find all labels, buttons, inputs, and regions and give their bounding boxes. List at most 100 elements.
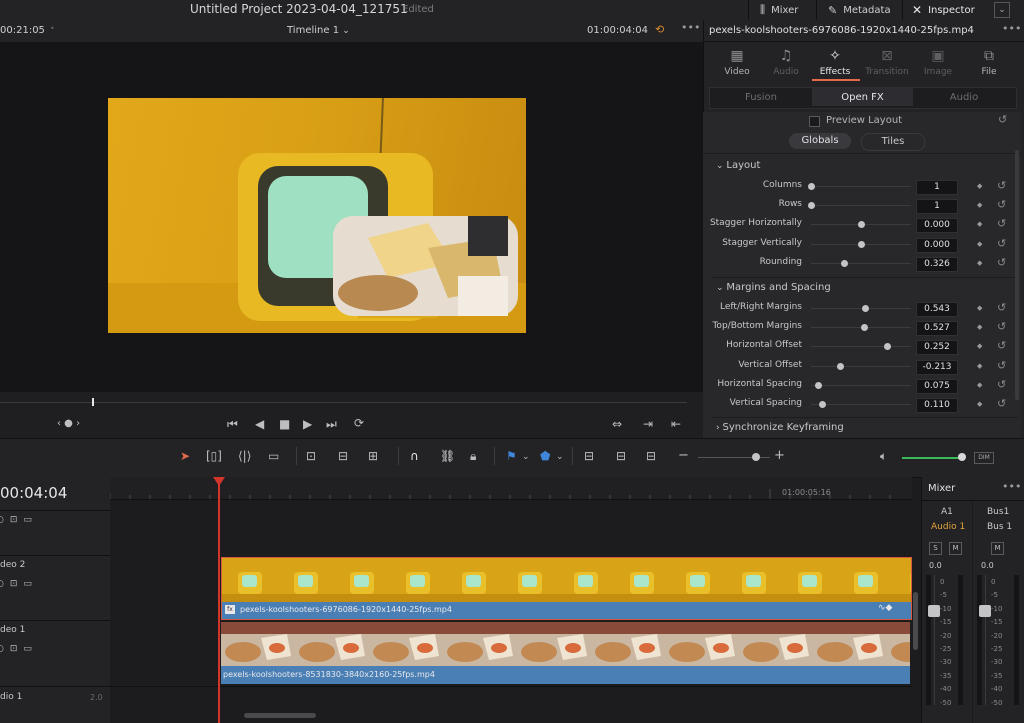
zoom-custom-icon[interactable]: ⊟ bbox=[646, 449, 656, 463]
match-frame-icon[interactable]: ⇔ bbox=[612, 417, 622, 431]
dim-button[interactable]: DIM bbox=[974, 452, 994, 464]
reset-icon[interactable]: ↺ bbox=[997, 378, 1006, 391]
reset-icon[interactable]: ↺ bbox=[997, 198, 1006, 211]
clip-video1[interactable]: pexels-koolshooters-8531830-3840x2160-25… bbox=[221, 622, 910, 684]
play-icon[interactable]: ▶ bbox=[303, 417, 312, 431]
param-value-field[interactable]: 0.075 bbox=[916, 378, 958, 394]
keyframe-icon[interactable]: ◆ bbox=[977, 201, 982, 209]
subtab-openfx[interactable]: Open FX bbox=[812, 88, 913, 106]
last-frame-icon[interactable]: ⇤ bbox=[671, 417, 681, 431]
reset-icon[interactable]: ↺ bbox=[997, 256, 1006, 269]
param-slider[interactable] bbox=[811, 404, 911, 405]
param-slider-handle[interactable] bbox=[862, 305, 869, 312]
reset-icon[interactable]: ↺ bbox=[997, 397, 1006, 410]
param-value-field[interactable]: -0.213 bbox=[916, 359, 958, 375]
snapping-icon[interactable]: ∩ bbox=[410, 449, 419, 463]
zoom-in-icon[interactable]: + bbox=[774, 448, 785, 463]
param-slider-handle[interactable] bbox=[858, 240, 865, 248]
scrubber-track[interactable] bbox=[0, 402, 687, 403]
a1-fader-handle[interactable] bbox=[928, 605, 940, 617]
timeline-selector[interactable]: Timeline 1 ⌄ bbox=[287, 25, 350, 36]
trim-tool-icon[interactable]: [▯] bbox=[206, 449, 222, 463]
param-slider-handle[interactable] bbox=[819, 401, 826, 408]
track-controls-icon[interactable]: ◐⊡▭ bbox=[0, 579, 38, 589]
overwrite-clip-icon[interactable]: ⊟ bbox=[338, 449, 348, 463]
tab-transition[interactable]: ⊠ Transition bbox=[862, 48, 912, 77]
preview-layout-checkbox[interactable] bbox=[809, 116, 820, 127]
keyframe-icon[interactable]: ◆ bbox=[977, 240, 982, 248]
subtab-audio[interactable]: Audio bbox=[915, 88, 1013, 106]
skip-to-start-icon[interactable]: ⏮ bbox=[227, 417, 238, 432]
playhead-marker-icon[interactable] bbox=[213, 477, 225, 486]
track-controls-icon[interactable]: ◐⊡▭ bbox=[0, 515, 38, 525]
scrubber-handle[interactable] bbox=[92, 398, 94, 406]
blade-tool-icon[interactable]: ▭ bbox=[268, 449, 279, 463]
reset-icon[interactable]: ↺ bbox=[997, 359, 1006, 372]
param-slider[interactable] bbox=[811, 308, 911, 309]
lock-icon[interactable]: 🔒︎ bbox=[470, 449, 476, 464]
volume-slider[interactable] bbox=[902, 457, 960, 459]
sync-icon[interactable]: ⟲ bbox=[655, 23, 664, 36]
param-slider[interactable] bbox=[811, 384, 911, 386]
param-slider[interactable] bbox=[811, 346, 911, 348]
tab-file[interactable]: ⧉ File bbox=[964, 48, 1014, 77]
mixer-button[interactable]: ⫼ Mixer bbox=[760, 0, 798, 20]
reverse-play-icon[interactable]: ◀ bbox=[255, 417, 264, 431]
volume-handle[interactable] bbox=[958, 453, 966, 461]
loop-icon[interactable]: ⟳ bbox=[354, 416, 364, 430]
zoom-full-icon[interactable]: ⊟ bbox=[584, 449, 594, 463]
flag-dropdown-icon[interactable]: ⌄ bbox=[522, 452, 530, 462]
keyframe-icon[interactable]: ◆ bbox=[977, 259, 982, 267]
param-value-field[interactable]: 0.110 bbox=[916, 398, 958, 413]
param-slider-handle[interactable] bbox=[815, 381, 822, 389]
globals-button[interactable]: Globals bbox=[789, 133, 851, 149]
zoom-slider-handle[interactable] bbox=[752, 453, 760, 461]
more-options-icon[interactable]: ••• bbox=[681, 21, 700, 34]
keyframe-icon[interactable]: ◆ bbox=[977, 362, 982, 370]
mixer-more-icon[interactable]: ••• bbox=[1002, 480, 1021, 493]
track-controls-icon[interactable]: ◐⊡▭ bbox=[0, 644, 38, 654]
param-slider[interactable] bbox=[811, 262, 911, 264]
selection-tool-icon[interactable]: ➤ bbox=[180, 449, 190, 463]
dropdown-icon[interactable]: ⌄ bbox=[994, 2, 1010, 18]
param-value-field[interactable]: 0.000 bbox=[916, 237, 958, 253]
param-slider[interactable] bbox=[811, 186, 911, 187]
param-value-field[interactable]: 1 bbox=[916, 180, 958, 195]
param-value-field[interactable]: 0.527 bbox=[916, 321, 958, 337]
reset-icon[interactable]: ↺ bbox=[998, 113, 1007, 126]
keyframe-icon[interactable]: ◆ bbox=[977, 342, 982, 350]
subtab-fusion[interactable]: Fusion bbox=[712, 88, 810, 106]
param-value-field[interactable]: 0.000 bbox=[916, 218, 958, 234]
zoom-detail-icon[interactable]: ⊟ bbox=[616, 449, 626, 463]
zoom-slider-track[interactable] bbox=[698, 457, 756, 458]
keyframe-icon[interactable]: ◆ bbox=[977, 323, 982, 331]
tiles-button[interactable]: Tiles bbox=[861, 133, 925, 151]
layout-section-header[interactable]: ⌄ Layout bbox=[716, 160, 760, 171]
keyframe-icon[interactable]: ◆ bbox=[977, 182, 982, 190]
param-slider[interactable] bbox=[811, 205, 911, 207]
insert-clip-icon[interactable]: ⊡ bbox=[306, 449, 316, 463]
keyframe-icon[interactable]: ◆ bbox=[977, 400, 982, 408]
tab-audio[interactable]: ♫ Audio bbox=[761, 48, 811, 77]
reset-icon[interactable]: ↺ bbox=[997, 320, 1006, 333]
jog-icon[interactable]: ‹ ● › bbox=[57, 418, 80, 429]
keyframe-icon[interactable]: ◆ bbox=[977, 220, 982, 228]
bus1-fader-handle[interactable] bbox=[979, 605, 991, 617]
next-edit-icon[interactable]: ⇥ bbox=[643, 417, 653, 431]
solo-button[interactable]: S bbox=[929, 542, 942, 555]
param-value-field[interactable]: 0.252 bbox=[916, 340, 958, 356]
param-value-field[interactable]: 1 bbox=[916, 199, 958, 215]
reset-icon[interactable]: ↺ bbox=[997, 217, 1006, 230]
marker-dropdown-icon[interactable]: ⌄ bbox=[556, 452, 564, 462]
margins-section-header[interactable]: ⌄ Margins and Spacing bbox=[716, 282, 831, 293]
keyframe-icon[interactable]: ◆ bbox=[977, 304, 982, 312]
flag-icon[interactable]: ⚑ bbox=[506, 449, 517, 463]
marker-icon[interactable]: ⬟ bbox=[540, 449, 550, 463]
keyframe-curve-icon[interactable]: ∿◆ bbox=[878, 603, 892, 613]
dynamic-trim-icon[interactable]: ⟨|⟩ bbox=[238, 449, 251, 463]
keyframe-icon[interactable]: ◆ bbox=[977, 381, 982, 389]
link-icon[interactable]: ⛓ bbox=[440, 449, 455, 463]
bus-mute-button[interactable]: M bbox=[991, 542, 1004, 555]
clip-video2[interactable]: fx pexels-koolshooters-6976086-1920x1440… bbox=[221, 557, 912, 620]
reset-icon[interactable]: ↺ bbox=[997, 179, 1006, 192]
